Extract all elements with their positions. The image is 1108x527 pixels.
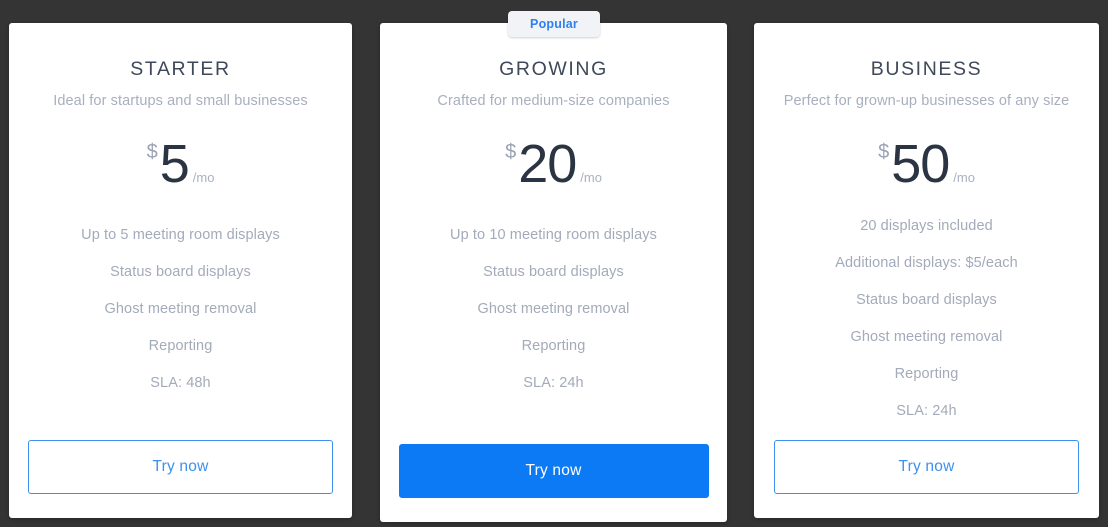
price-period: /mo <box>953 170 975 185</box>
list-item: Status board displays <box>483 264 624 280</box>
plan-title: STARTER <box>130 58 231 80</box>
list-item: Reporting <box>521 338 586 354</box>
plan-feature-list: Up to 10 meeting room displays Status bo… <box>380 203 727 412</box>
pricing-card-starter: STARTER Ideal for startups and small bus… <box>9 23 352 518</box>
price-period: /mo <box>580 170 602 185</box>
try-now-button-growing[interactable]: Try now <box>398 444 709 498</box>
pricing-card-growing: GROWING Crafted for medium-size companie… <box>380 23 727 522</box>
price-amount: 50 <box>891 134 950 194</box>
pricing-table: STARTER Ideal for startups and small bus… <box>0 0 1108 527</box>
price-amount: 5 <box>159 134 190 194</box>
list-item: Ghost meeting removal <box>850 329 1003 345</box>
plan-feature-list: Up to 5 meeting room displays Status boa… <box>9 203 352 412</box>
price-currency-symbol: $ <box>505 141 517 163</box>
list-item: Status board displays <box>856 292 997 308</box>
price-period: /mo <box>192 170 215 185</box>
plan-price: $ 50 /mo <box>878 109 975 194</box>
list-item: Ghost meeting removal <box>477 301 630 317</box>
list-item: Up to 10 meeting room displays <box>450 227 657 243</box>
try-now-button-business[interactable]: Try now <box>774 440 1079 494</box>
price-currency-symbol: $ <box>146 141 158 163</box>
plan-subtitle: Ideal for startups and small businesses <box>53 93 308 109</box>
price-amount: 20 <box>518 134 577 194</box>
list-item: Ghost meeting removal <box>104 301 257 317</box>
list-item: Reporting <box>148 338 213 354</box>
list-item: Additional displays: $5/each <box>835 255 1018 271</box>
list-item: SLA: 48h <box>150 375 211 391</box>
list-item: Up to 5 meeting room displays <box>81 227 280 243</box>
list-item: SLA: 24h <box>523 375 584 391</box>
plan-subtitle: Perfect for grown-up businesses of any s… <box>783 93 1070 109</box>
price-currency-symbol: $ <box>878 141 890 163</box>
plan-price: $ 5 /mo <box>147 109 215 203</box>
list-item: 20 displays included <box>860 218 993 234</box>
list-item: Reporting <box>894 366 959 382</box>
plan-subtitle: Crafted for medium-size companies <box>437 93 670 109</box>
try-now-button-starter[interactable]: Try now <box>28 440 333 494</box>
plan-title: BUSINESS <box>870 58 983 80</box>
pricing-card-business: BUSINESS Perfect for grown-up businesses… <box>754 23 1099 518</box>
list-item: Status board displays <box>110 264 251 280</box>
plan-feature-list: 20 displays included Additional displays… <box>754 194 1099 440</box>
plan-price: $ 20 /mo <box>505 109 602 203</box>
list-item: SLA: 24h <box>896 403 957 419</box>
status-badge-popular: Popular <box>508 11 600 37</box>
